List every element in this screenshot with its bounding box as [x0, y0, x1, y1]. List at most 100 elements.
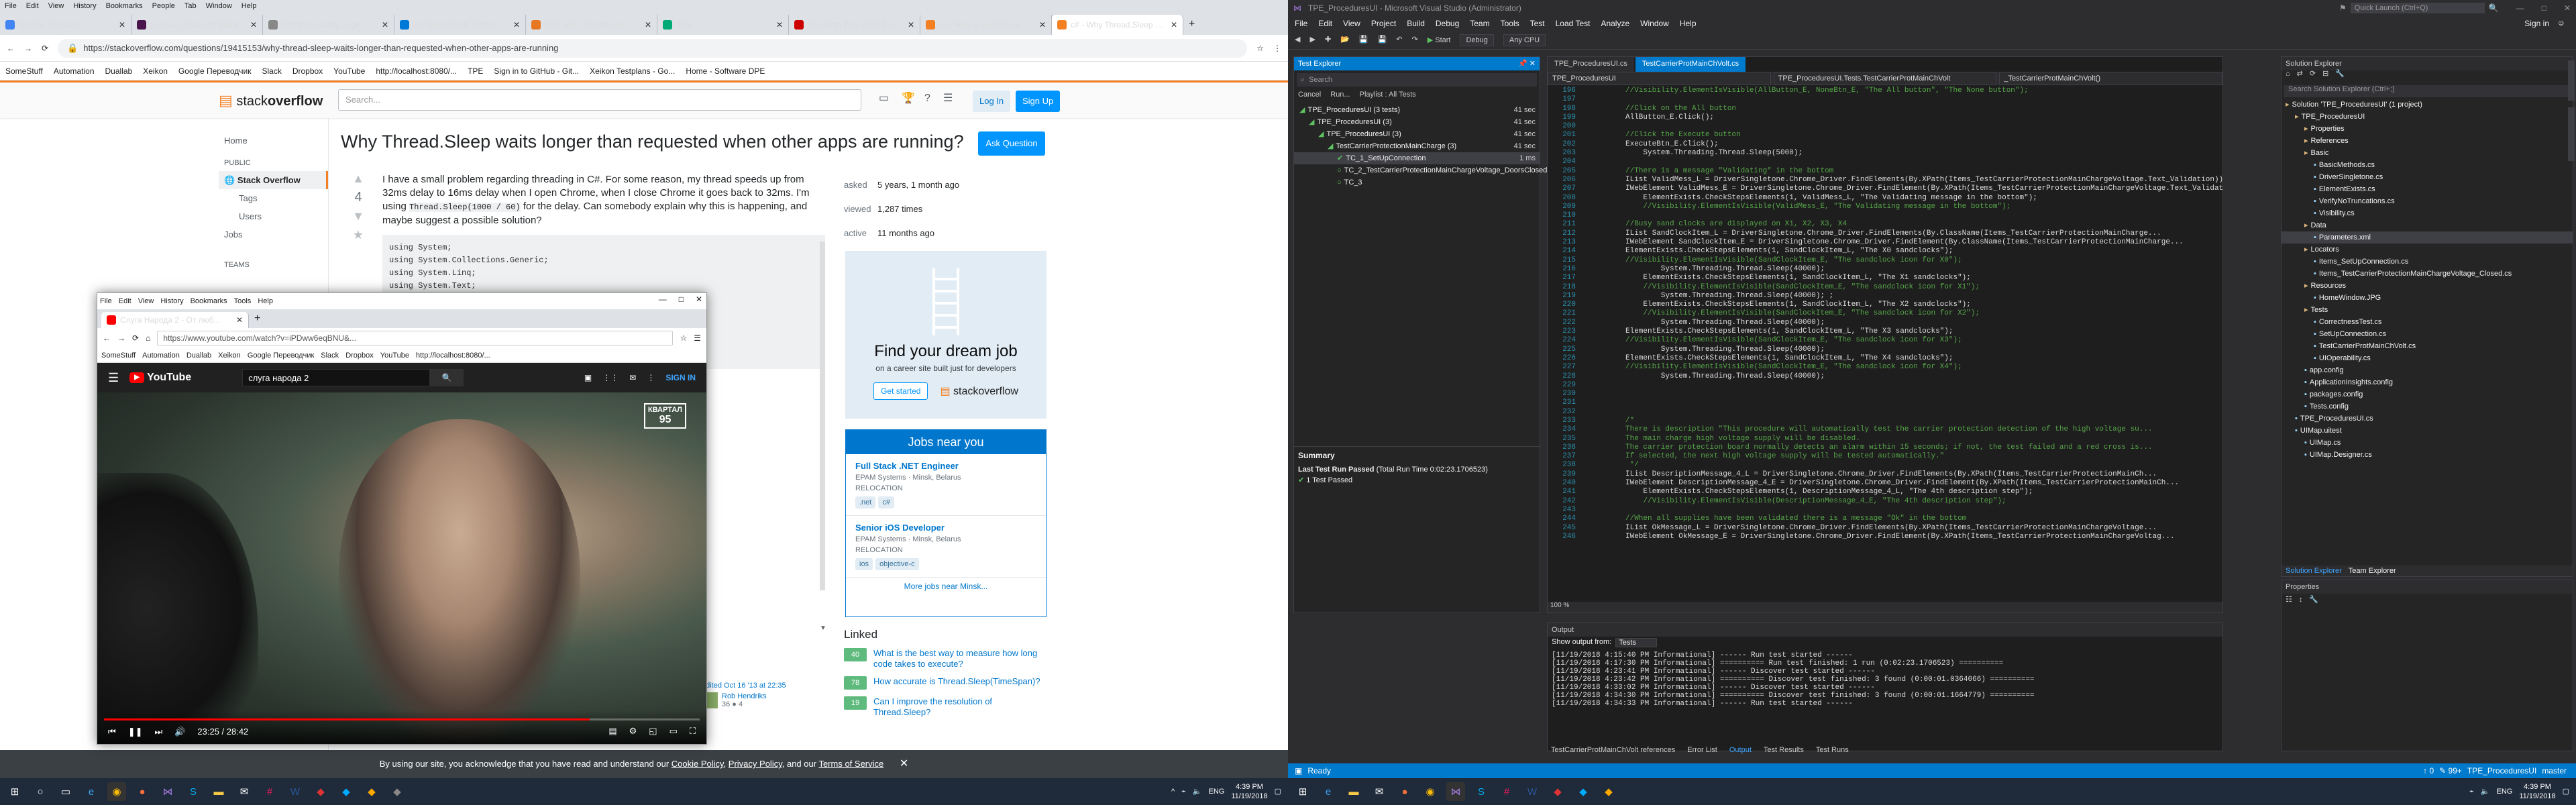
tab-close-icon[interactable]: ✕: [119, 21, 125, 29]
se-node[interactable]: ▪ SetUpConnection.cs: [2282, 328, 2573, 340]
maximize-icon[interactable]: □: [2542, 4, 2546, 12]
se-node[interactable]: ▪ Tests.config: [2282, 400, 2573, 413]
se-node[interactable]: ▸ Solution 'TPE_ProceduresUI' (1 project): [2282, 99, 2573, 111]
user-icon[interactable]: ☺: [2557, 19, 2565, 27]
bookmark-item[interactable]: SomeStuff: [101, 352, 136, 360]
theater-icon[interactable]: ▭: [669, 727, 678, 735]
next-icon[interactable]: ⏭: [155, 727, 163, 736]
home-icon[interactable]: ⌂: [2286, 70, 2290, 84]
app-icon[interactable]: ◆: [311, 782, 330, 801]
tab-testcarrier[interactable]: TestCarrierProtMainChVolt.cs: [1635, 57, 1746, 72]
menu-help[interactable]: Help: [258, 297, 273, 305]
quick-launch[interactable]: Quick Launch (Ctrl+Q): [2350, 3, 2485, 13]
save-all-icon[interactable]: 💾: [1378, 36, 1387, 44]
mail-icon[interactable]: ✉: [1370, 782, 1389, 801]
se-node[interactable]: ▪ UIMap.uitest: [2282, 425, 2573, 437]
yt-search-input[interactable]: слуга народа 2: [242, 369, 431, 386]
forward-icon[interactable]: →: [24, 44, 32, 52]
linked-title[interactable]: Can I improve the resolution of Thread.S…: [873, 696, 1045, 718]
maximize-icon[interactable]: □: [679, 295, 684, 303]
upvote-icon[interactable]: ▲: [352, 172, 364, 184]
menu-history[interactable]: History: [160, 297, 183, 305]
search-icon[interactable]: ○: [31, 782, 50, 801]
se-node[interactable]: ▪ ApplicationInsights.config: [2282, 376, 2573, 388]
hamburger-icon[interactable]: ☰: [108, 372, 119, 384]
se-node[interactable]: ▸ References: [2282, 135, 2573, 147]
word-icon[interactable]: W: [1523, 782, 1542, 801]
se-node[interactable]: ▪ UIMap.cs: [2282, 437, 2573, 449]
collapse-icon[interactable]: ⊟: [2322, 70, 2328, 84]
output-log[interactable]: [11/19/2018 4:15:40 PM Informational] --…: [1548, 649, 2222, 710]
vs-menu-debug[interactable]: Debug: [1436, 19, 1459, 28]
miniplayer-icon[interactable]: ◱: [649, 727, 657, 735]
status-project[interactable]: TPE_ProceduresUI: [2467, 766, 2536, 775]
apps-icon[interactable]: ⋮⋮: [602, 374, 619, 382]
run-button[interactable]: Run...: [1330, 91, 1350, 99]
tab-close-icon[interactable]: ✕: [382, 21, 388, 29]
achievements-icon[interactable]: 🏆: [902, 93, 915, 104]
app-icon[interactable]: ◆: [1548, 782, 1567, 801]
app-icon[interactable]: ◆: [1599, 782, 1618, 801]
se-node[interactable]: ▪ UIOperability.cs: [2282, 352, 2573, 364]
menu-edit[interactable]: Edit: [26, 2, 39, 10]
menu-bookmarks[interactable]: Bookmarks: [106, 2, 143, 10]
fullscreen-icon[interactable]: ⛶: [690, 727, 696, 735]
test-node[interactable]: ◢ TPE_ProceduresUI (3 tests) 41 sec: [1294, 104, 1540, 116]
bookmark-item[interactable]: Slack: [321, 352, 339, 360]
output-source-select[interactable]: Tests: [1615, 638, 1657, 647]
bookmark-item[interactable]: Dropbox: [292, 66, 323, 76]
nav-class[interactable]: TPE_ProceduresUI.Tests.TestCarrierProtMa…: [1773, 72, 1997, 85]
chat-icon[interactable]: ✉: [629, 374, 636, 382]
bottom-tab[interactable]: Test Results: [1764, 746, 1804, 758]
menu-bookmarks[interactable]: Bookmarks: [191, 297, 227, 305]
browser-tab[interactable]: c# - Why Thread.Sleep waits... ✕: [1052, 15, 1183, 35]
tab-team-explorer[interactable]: Team Explorer: [2349, 567, 2396, 575]
app-icon[interactable]: ◆: [337, 782, 356, 801]
bookmark-item[interactable]: Xeikon: [218, 352, 241, 360]
network-icon[interactable]: ⌁: [2469, 788, 2474, 796]
save-icon[interactable]: 💾: [1359, 36, 1368, 44]
skype-icon[interactable]: S: [1472, 782, 1491, 801]
bookmark-item[interactable]: http://localhost:8080/...: [376, 66, 457, 76]
cancel-button[interactable]: Cancel: [1298, 91, 1321, 99]
downvote-icon[interactable]: ▼: [352, 210, 364, 222]
browser-tab[interactable]: Selenium Tips: CSS Selectors... ✕: [789, 15, 920, 35]
se-node[interactable]: ▪ HomeWindow.JPG: [2282, 292, 2573, 304]
browser-tab[interactable]: Google Translate ✕: [0, 15, 131, 35]
refresh-icon[interactable]: ⟳: [2310, 70, 2316, 84]
new-project-icon[interactable]: ✚: [1325, 36, 1331, 44]
user-name[interactable]: Rob Hendriks: [722, 692, 767, 700]
menu-view[interactable]: View: [48, 2, 64, 10]
clock[interactable]: 4:39 PM 11/19/2018: [2519, 782, 2555, 801]
se-node[interactable]: ▪ UIMap.Designer.cs: [2282, 449, 2573, 461]
start-icon[interactable]: ⊞: [5, 782, 24, 801]
se-node[interactable]: ▸ Data: [2282, 219, 2573, 231]
language-indicator[interactable]: ENG: [1209, 788, 1225, 796]
network-icon[interactable]: ⌁: [1181, 788, 1186, 796]
edited-timestamp[interactable]: edited Oct 16 '13 at 22:35: [702, 682, 836, 690]
close-icon[interactable]: ✕: [2564, 4, 2571, 12]
browser-tab[interactable]: Assigned To Me (Shared Qu... ✕: [394, 15, 526, 35]
menu-help[interactable]: Help: [241, 2, 257, 10]
vs-menu-test[interactable]: Test: [1530, 19, 1545, 28]
vs-menu-analyze[interactable]: Analyze: [1601, 19, 1629, 28]
explorer-icon[interactable]: ▬: [1344, 782, 1363, 801]
word-icon[interactable]: W: [286, 782, 305, 801]
se-node[interactable]: ▪ BasicMethods.cs: [2282, 159, 2573, 171]
settings-icon[interactable]: ⚙: [629, 727, 637, 735]
progress-bar[interactable]: [104, 718, 700, 720]
privacy-policy-link[interactable]: Privacy Policy: [729, 759, 782, 769]
menu-file[interactable]: File: [5, 2, 17, 10]
status-up[interactable]: ↑ 0: [2423, 766, 2434, 775]
back-icon[interactable]: ←: [103, 334, 111, 342]
back-icon[interactable]: ◀: [1295, 36, 1300, 44]
tab-close-icon[interactable]: ✕: [236, 316, 243, 324]
bookmark-item[interactable]: Duallab: [186, 352, 211, 360]
so-search-input[interactable]: Search...: [338, 89, 861, 111]
edge-icon[interactable]: e: [82, 782, 101, 801]
slack-icon[interactable]: #: [1497, 782, 1516, 801]
login-button[interactable]: Log In: [973, 91, 1011, 112]
volume-icon[interactable]: 🔊: [174, 727, 185, 736]
yt-tab[interactable]: Слуга Народа 2 - От люб... ✕: [101, 312, 249, 328]
menu-file[interactable]: File: [100, 297, 112, 305]
